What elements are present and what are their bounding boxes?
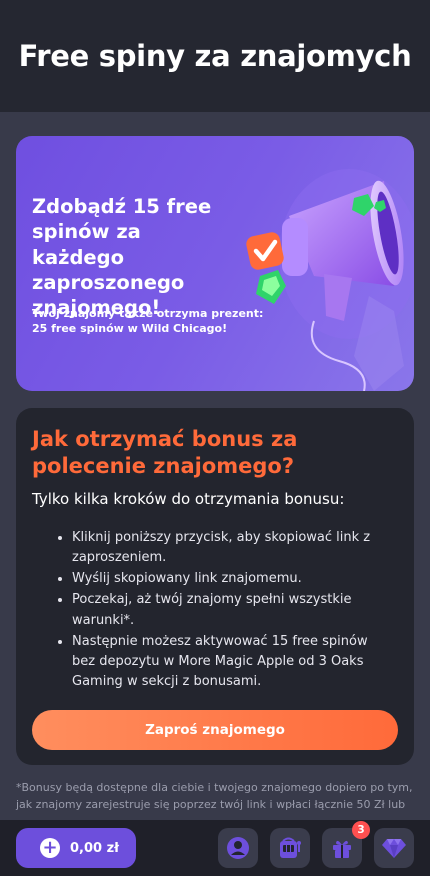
how-to-card: Jak otrzymać bonus za polecenie znajomeg… [16,408,414,765]
vip-button[interactable] [374,828,414,868]
list-item: Następnie możesz aktywować 15 free spinó… [72,632,392,692]
diamond-icon [382,839,406,858]
notification-badge: 3 [352,821,370,839]
list-item: Poczekaj, aż twój znajomy spełni wszystk… [72,590,392,630]
hero-banner: Zdobądź 15 free spinów za każdego zapros… [16,136,414,391]
page-title: Free spiny za znajomych [18,39,412,73]
profile-button[interactable] [218,828,258,868]
balance-value: 0,00 zł [70,840,119,856]
list-item: Wyślij skopiowany link znajomemu. [72,569,392,589]
page-header: Free spiny za znajomych [0,0,430,112]
gift-icon [333,840,351,858]
how-to-lead: Tylko kilka kroków do otrzymania bonusu: [32,490,345,508]
bonuses-button[interactable]: 3 [322,821,370,868]
user-icon [227,837,249,859]
terms-footnote: *Bonusy będą dostępne dla ciebie i twoje… [16,781,413,811]
slot-machine-icon [280,837,301,858]
invite-friend-button[interactable]: Zaproś znajomego [32,710,398,750]
hero-title: Zdobądź 15 free spinów za każdego zapros… [32,195,212,320]
deposit-button[interactable]: + 0,00 zł [16,828,136,868]
steps-list: Kliknij poniższy przycisk, aby skopiować… [52,528,392,693]
bottom-bar: + 0,00 zł 3 [0,820,430,876]
games-button[interactable] [270,828,310,868]
plus-icon: + [40,838,60,858]
hero-subtitle: Twój znajomy także otrzyma prezent: 25 f… [32,307,264,336]
how-to-heading: Jak otrzymać bonus za polecenie znajomeg… [32,427,298,479]
megaphone-illustration [246,169,414,391]
list-item: Kliknij poniższy przycisk, aby skopiować… [72,528,392,568]
